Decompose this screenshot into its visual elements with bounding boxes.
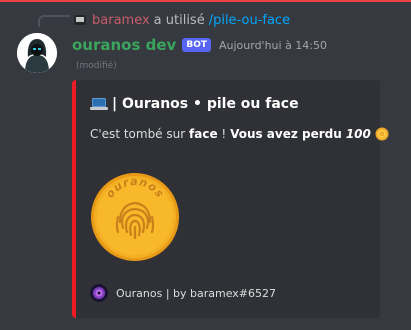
edited-label: (modifié) bbox=[76, 61, 117, 71]
message-header: ouranos dev BOT Aujourd'hui à 14:50 bbox=[72, 35, 327, 55]
footer-text: Ouranos | by baramex#6527 bbox=[116, 286, 277, 300]
bot-badge: BOT bbox=[182, 38, 211, 52]
embed-description: C'est tombé sur face ! Vous avez perdu 10… bbox=[90, 127, 389, 141]
laptop-icon bbox=[90, 97, 108, 111]
coin-icon bbox=[375, 127, 389, 141]
result-prefix: C'est tombé sur bbox=[90, 127, 186, 141]
ouranos-logo-icon bbox=[90, 284, 108, 302]
embed-title-text: | Ouranos • pile ou face bbox=[112, 96, 299, 112]
embed-footer: Ouranos | by baramex#6527 bbox=[90, 284, 276, 302]
embed-title: | Ouranos • pile ou face bbox=[90, 96, 299, 112]
hooded-figure-icon bbox=[17, 33, 57, 73]
author-name[interactable]: ouranos dev bbox=[72, 36, 176, 54]
reply-connector bbox=[38, 15, 70, 27]
result-exclaim: ! bbox=[221, 127, 227, 141]
reply-username[interactable]: baramex bbox=[92, 13, 150, 28]
command-reference[interactable]: baramex a utilisé /pile-ou-face bbox=[74, 11, 290, 29]
coin-face-image[interactable]: ouranos bbox=[90, 172, 180, 262]
reply-action: a utilisé bbox=[153, 12, 205, 28]
reply-command[interactable]: /pile-ou-face bbox=[209, 13, 290, 28]
embed-card: | Ouranos • pile ou face C'est tombé sur… bbox=[72, 80, 389, 318]
reply-avatar-icon[interactable] bbox=[74, 14, 86, 26]
lost-text: Vous avez perdu bbox=[230, 127, 342, 141]
message-timestamp[interactable]: Aujourd'hui à 14:50 bbox=[219, 39, 327, 52]
lost-amount: 100 bbox=[345, 127, 371, 141]
top-highlight-line bbox=[0, 0, 411, 2]
result-value: face bbox=[189, 127, 218, 141]
bot-avatar[interactable] bbox=[17, 33, 57, 73]
